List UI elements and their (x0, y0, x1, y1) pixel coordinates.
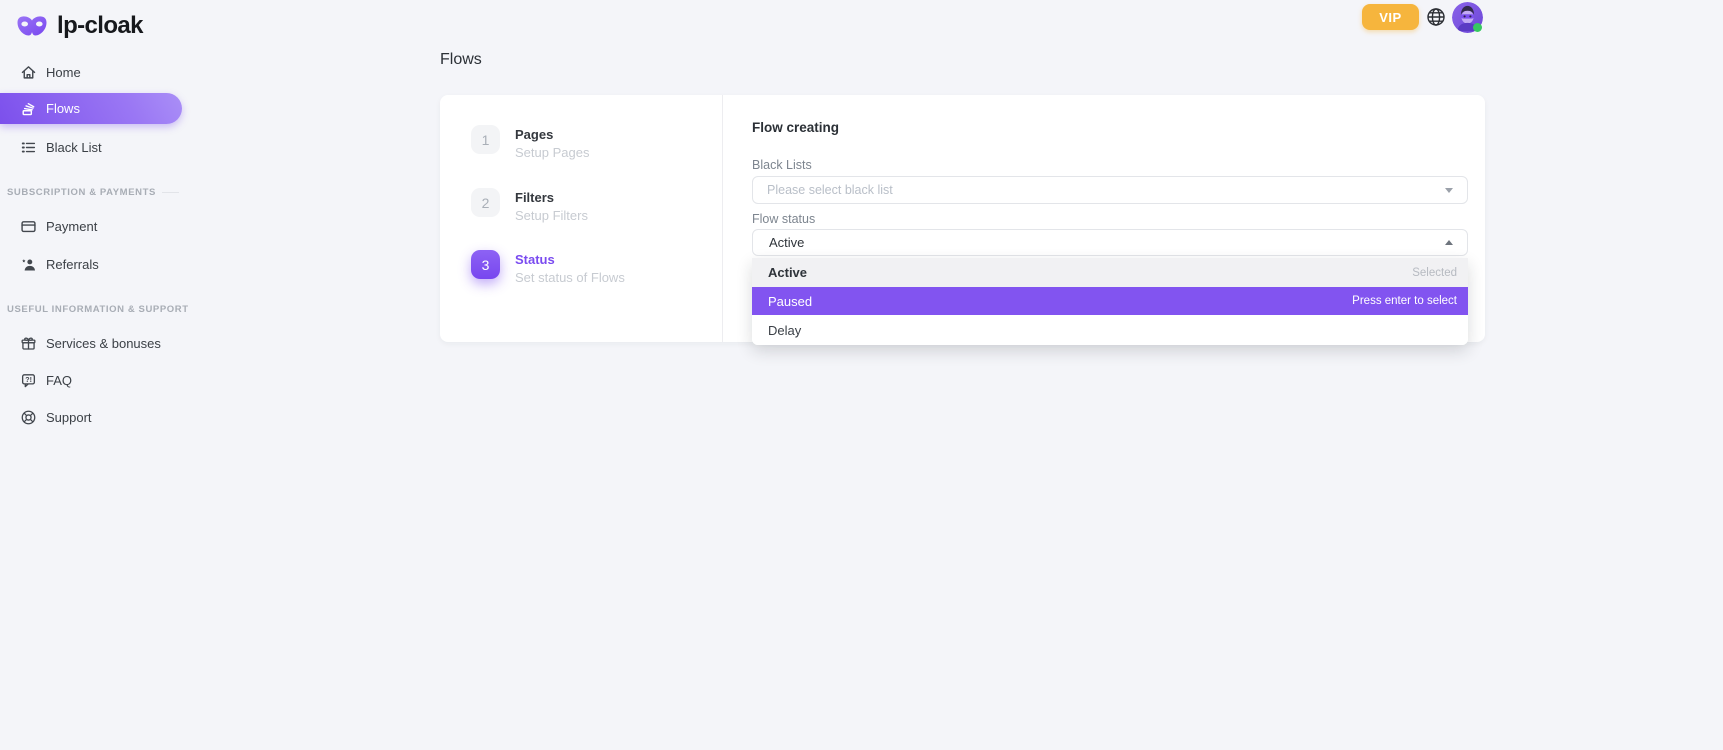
option-hint: Selected (1412, 267, 1457, 279)
chevron-down-icon (1445, 188, 1453, 193)
option-label: Delay (768, 323, 801, 338)
sidebar-item-referrals[interactable]: Referrals (0, 249, 182, 280)
sidebar-item-flows[interactable]: Flows (0, 93, 182, 124)
option-label: Active (768, 265, 807, 280)
card-divider (722, 95, 723, 342)
credit-card-icon (19, 218, 37, 236)
flow-wizard-card: 1 Pages Setup Pages 2 Filters Setup Filt… (440, 95, 1485, 342)
option-delay[interactable]: Delay (752, 315, 1468, 345)
wizard-step-pages[interactable]: 1 Pages Setup Pages (471, 125, 589, 160)
black-lists-select[interactable]: Please select black list (752, 176, 1468, 204)
sidebar-item-faq[interactable]: ?! FAQ (0, 365, 182, 396)
flow-status-select[interactable]: Active (752, 229, 1468, 256)
sidebar-item-label: Flows (46, 101, 80, 116)
sidebar-item-label: Referrals (46, 257, 99, 272)
sidebar-item-label: FAQ (46, 373, 72, 388)
flows-icon (19, 100, 37, 118)
referral-user-icon (19, 256, 37, 274)
option-hint: Press enter to select (1352, 295, 1457, 307)
sidebar-item-home[interactable]: Home (0, 57, 182, 88)
step-subtitle: Set status of Flows (515, 270, 625, 285)
list-icon (19, 139, 37, 157)
step-number-badge: 2 (471, 188, 500, 217)
online-status-dot (1473, 23, 1482, 32)
sidebar-item-payment[interactable]: Payment (0, 211, 182, 242)
gift-icon (19, 335, 37, 353)
sidebar-item-black-list[interactable]: Black List (0, 132, 182, 163)
mask-logo-icon (14, 13, 50, 39)
sidebar-item-label: Support (46, 410, 92, 425)
home-icon (19, 64, 37, 82)
faq-bubble-icon: ?! (19, 372, 37, 390)
black-lists-label: Black Lists (752, 158, 812, 172)
sidebar-item-label: Home (46, 65, 81, 80)
form-title: Flow creating (752, 120, 839, 135)
lifebuoy-icon (19, 409, 37, 427)
option-paused[interactable]: Paused Press enter to select (752, 287, 1468, 315)
page-title: Flows (440, 51, 482, 69)
step-number-badge: 1 (471, 125, 500, 154)
sidebar-item-label: Payment (46, 219, 97, 234)
sidebar-item-services[interactable]: Services & bonuses (0, 328, 182, 359)
step-number-badge: 3 (471, 250, 500, 279)
step-title: Pages (515, 125, 589, 142)
wizard-step-filters[interactable]: 2 Filters Setup Filters (471, 188, 588, 223)
sidebar: lp-cloak Home Flows Black List SUBSCRIP (0, 0, 182, 750)
option-label: Paused (768, 294, 812, 309)
sidebar-item-support[interactable]: Support (0, 402, 182, 433)
option-active[interactable]: Active Selected (752, 258, 1468, 287)
sidebar-section-subscription: SUBSCRIPTION & PAYMENTS (7, 187, 179, 198)
svg-text:?!: ?! (25, 376, 32, 384)
flow-status-label: Flow status (752, 212, 815, 226)
flow-status-dropdown: Active Selected Paused Press enter to se… (752, 258, 1468, 345)
step-title: Status (515, 250, 625, 267)
sidebar-section-support: USEFUL INFORMATION & SUPPORT (7, 304, 179, 315)
language-globe-icon[interactable] (1426, 7, 1446, 27)
flow-status-value: Active (769, 235, 804, 250)
chevron-up-icon (1445, 240, 1453, 245)
sidebar-item-label: Black List (46, 140, 102, 155)
vip-button[interactable]: VIP (1362, 4, 1419, 30)
logo-text: lp-cloak (57, 12, 143, 40)
logo[interactable]: lp-cloak (14, 6, 143, 46)
wizard-step-status[interactable]: 3 Status Set status of Flows (471, 250, 625, 285)
black-lists-placeholder: Please select black list (767, 183, 893, 197)
sidebar-item-label: Services & bonuses (46, 336, 161, 351)
step-title: Filters (515, 188, 588, 205)
step-subtitle: Setup Pages (515, 145, 589, 160)
step-subtitle: Setup Filters (515, 208, 588, 223)
